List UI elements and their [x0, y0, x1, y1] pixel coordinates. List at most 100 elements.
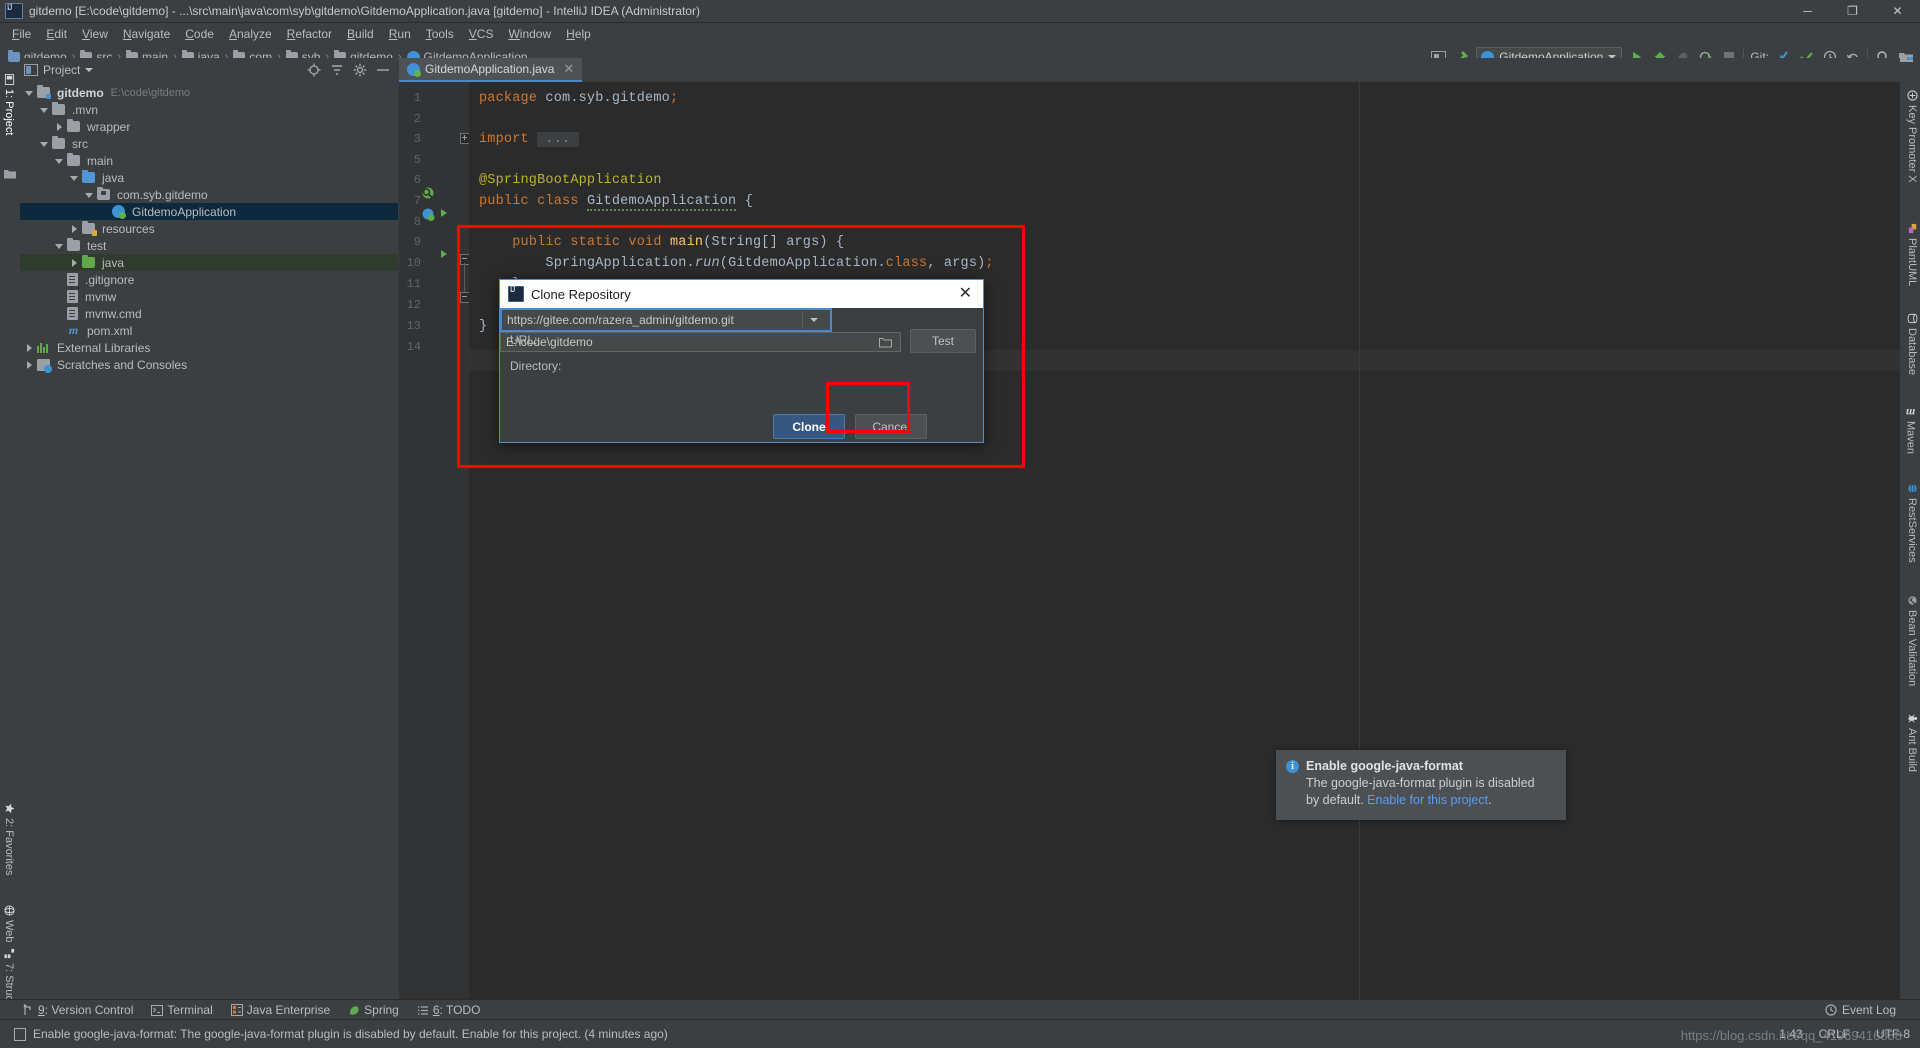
tree-node--mvn[interactable]: .mvn: [20, 101, 398, 118]
sidebar-item-ant-build[interactable]: Ant Build: [1906, 713, 1918, 772]
tree-node-test[interactable]: test: [20, 237, 398, 254]
chevron-right-icon[interactable]: [69, 224, 79, 234]
code-line-13: }: [479, 319, 488, 334]
editor-tab-gitdemoapplication[interactable]: GitdemoApplication.java ✕: [399, 58, 583, 82]
minimize-button[interactable]: ─: [1785, 0, 1830, 22]
tree-node-java[interactable]: java: [20, 254, 398, 271]
sidebar-label-project: 1: Project: [3, 89, 15, 136]
cancel-button[interactable]: Cancel: [855, 414, 927, 439]
editor-tab-strip: GitdemoApplication.java ✕: [399, 58, 1900, 82]
chevron-down-icon[interactable]: [85, 68, 94, 72]
menu-item-help[interactable]: Help: [559, 25, 598, 43]
hide-icon[interactable]: [376, 63, 390, 77]
caret-position[interactable]: 1:43: [1779, 1027, 1802, 1041]
project-tree[interactable]: gitdemo E:\code\gitdemo .mvn wrapper src main…: [20, 84, 398, 1020]
dialog-close-icon[interactable]: ✕: [956, 286, 975, 302]
test-button[interactable]: Test: [910, 329, 976, 353]
enable-for-project-link[interactable]: Enable for this project: [1367, 793, 1488, 807]
menu-item-navigate[interactable]: Navigate: [116, 25, 177, 43]
chevron-down-icon[interactable]: [24, 88, 34, 98]
menu-item-window[interactable]: Window: [501, 25, 558, 43]
code-text[interactable]: package com.syb.gitdemo; import ... @Spr…: [469, 82, 1900, 1020]
menu-item-run[interactable]: Run: [382, 25, 418, 43]
editor-gutter[interactable]: 1 2 3 5 6 7 8 9 10 11 12 13 14: [399, 82, 471, 1020]
tree-node-scratches-and-consoles[interactable]: Scratches and Consoles: [20, 356, 398, 373]
tree-node-label: resources: [102, 221, 155, 236]
menu-item-vcs[interactable]: VCS: [462, 25, 501, 43]
notification-body-line-3: .: [1488, 792, 1492, 807]
sidebar-item-rest-services[interactable]: RestServices: [1906, 483, 1918, 563]
bottom-bar-item-spring[interactable]: Spring: [348, 1003, 399, 1017]
close-button[interactable]: ✕: [1875, 0, 1920, 22]
tree-node-gitdemo[interactable]: gitdemo E:\code\gitdemo: [20, 84, 398, 101]
line-separator-indicator[interactable]: CRLF ↕: [1819, 1027, 1860, 1041]
gear-icon[interactable]: [353, 63, 367, 77]
menu-item-code[interactable]: Code: [178, 25, 221, 43]
rail-label-key-promoter: Key Promoter X: [1906, 105, 1918, 183]
bottom-bar-item-java-enterprise[interactable]: Java Enterprise: [230, 1003, 330, 1017]
tree-node-label: pom.xml: [87, 323, 133, 338]
sidebar-item-project[interactable]: 1: Project: [3, 74, 15, 135]
line-number-5: 5: [413, 153, 421, 167]
encoding-indicator[interactable]: UTF-8: [1876, 1027, 1910, 1041]
chevron-down-icon[interactable]: [54, 156, 64, 166]
chevron-right-icon[interactable]: [69, 258, 79, 268]
menu-item-build[interactable]: Build: [340, 25, 381, 43]
tree-node-main[interactable]: main: [20, 152, 398, 169]
sidebar-item-favorites[interactable]: 2: Favorites: [3, 803, 15, 875]
sidebar-item-web[interactable]: Web: [3, 905, 15, 942]
tree-node-mvnw[interactable]: mvnw: [20, 288, 398, 305]
tree-node-wrapper[interactable]: wrapper: [20, 118, 398, 135]
spring-bean-gutter-icon[interactable]: [421, 186, 436, 204]
collapse-all-icon[interactable]: [330, 63, 344, 77]
tree-node-resources[interactable]: resources: [20, 220, 398, 237]
run-method-gutter-icon[interactable]: [441, 250, 447, 258]
bottom-bar-item-terminal[interactable]: Terminal: [151, 1003, 213, 1017]
tree-node-src[interactable]: src: [20, 135, 398, 152]
tree-node-com-syb-gitdemo[interactable]: com.syb.gitdemo: [20, 186, 398, 203]
chevron-down-icon[interactable]: [84, 190, 94, 200]
sidebar-item-plantuml[interactable]: PlantUML: [1906, 223, 1918, 286]
notification-popup[interactable]: i Enable google-java-format The google-j…: [1276, 750, 1566, 820]
folder-rail-icon[interactable]: [4, 168, 16, 182]
sidebar-item-maven[interactable]: m Maven: [1903, 406, 1918, 454]
bottom-bar-item-9-version-control[interactable]: 9: Version Control: [22, 1003, 133, 1017]
status-message[interactable]: Enable google-java-format: The google-ja…: [14, 1027, 668, 1041]
menu-item-tools[interactable]: Tools: [419, 25, 461, 43]
sidebar-item-key-promoter[interactable]: Key Promoter X: [1906, 90, 1918, 183]
url-input[interactable]: https://gitee.com/razera_admin/gitdemo.g…: [500, 308, 832, 332]
tree-node-gitdemoapplication[interactable]: GitdemoApplication: [20, 203, 398, 220]
menu-item-file[interactable]: File: [5, 25, 38, 43]
locate-icon[interactable]: [307, 63, 321, 77]
event-log-button[interactable]: Event Log: [1825, 1003, 1896, 1017]
chevron-down-icon[interactable]: [69, 173, 79, 183]
chevron-down-icon[interactable]: [39, 139, 49, 149]
tree-node--gitignore[interactable]: .gitignore: [20, 271, 398, 288]
line-number-11: 11: [406, 277, 421, 291]
chevron-down-icon[interactable]: [54, 241, 64, 251]
tree-node-external-libraries[interactable]: External Libraries: [20, 339, 398, 356]
chevron-right-icon[interactable]: [24, 343, 34, 353]
chevron-right-icon[interactable]: [54, 122, 64, 132]
tree-node-mvnw-cmd[interactable]: mvnw.cmd: [20, 305, 398, 322]
menu-item-edit[interactable]: Edit: [39, 25, 74, 43]
bottom-bar-item-6-todo[interactable]: 6: TODO: [417, 1003, 480, 1017]
sidebar-item-bean-validation[interactable]: Bean Validation: [1906, 595, 1918, 686]
project-tool-window: Project gitdemo E:\code\gitdemo .mvn wrappe…: [20, 58, 398, 1020]
sidebar-item-database[interactable]: Database: [1906, 313, 1918, 375]
chevron-right-icon[interactable]: [24, 360, 34, 370]
close-icon[interactable]: ✕: [563, 61, 574, 77]
spring-boot-gutter-icon[interactable]: [421, 207, 436, 225]
browse-folder-icon[interactable]: [875, 337, 895, 348]
tree-node-java[interactable]: java: [20, 169, 398, 186]
line-number-13: 13: [406, 319, 421, 333]
menu-item-analyze[interactable]: Analyze: [222, 25, 279, 43]
maximize-button[interactable]: ❐: [1830, 0, 1875, 22]
run-gutter-icon[interactable]: [441, 209, 447, 217]
menu-item-refactor[interactable]: Refactor: [280, 25, 339, 43]
chevron-down-icon[interactable]: [39, 105, 49, 115]
clone-button[interactable]: Clone: [773, 414, 845, 439]
menu-item-view[interactable]: View: [75, 25, 115, 43]
url-dropdown-arrow[interactable]: [802, 310, 825, 330]
tree-node-pom-xml[interactable]: m pom.xml: [20, 322, 398, 339]
